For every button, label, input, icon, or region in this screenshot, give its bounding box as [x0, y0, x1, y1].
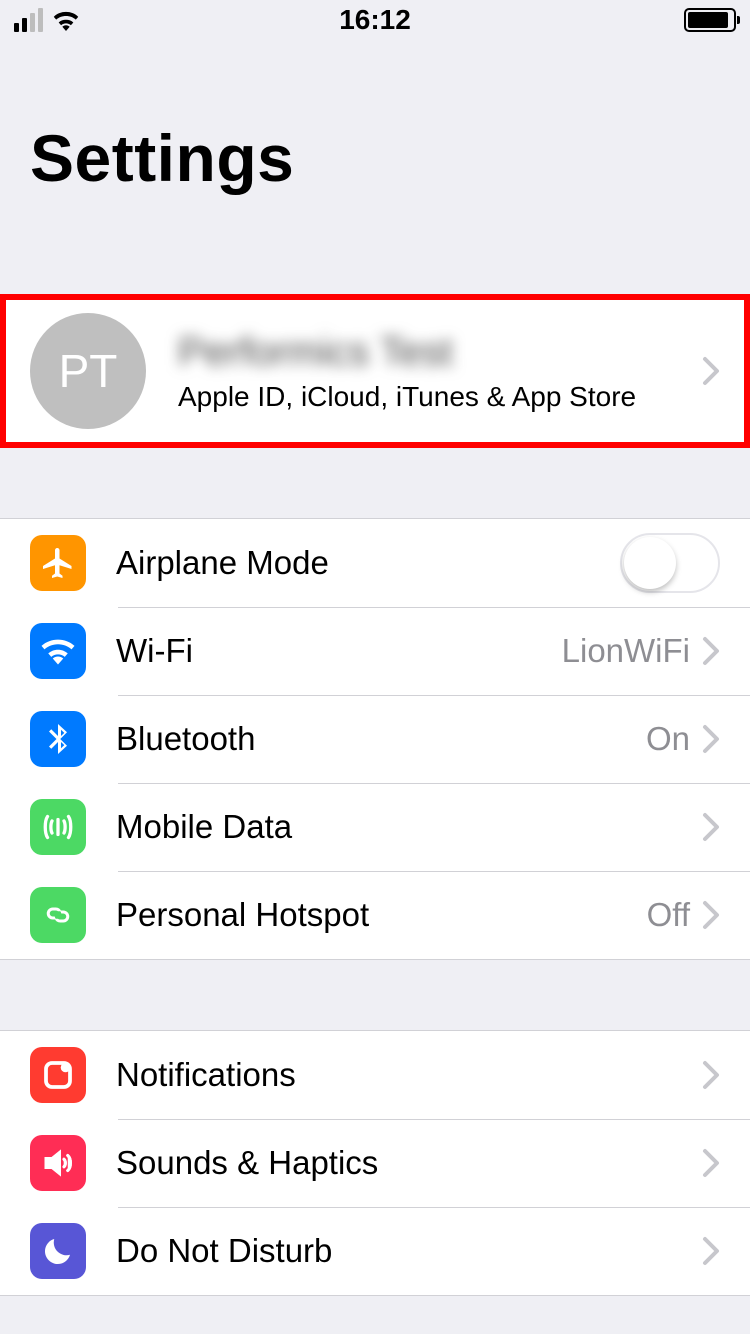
- account-name: Performics Test: [178, 330, 702, 375]
- apple-id-row[interactable]: PT Performics Test Apple ID, iCloud, iTu…: [0, 294, 750, 448]
- cellular-signal-icon: [14, 8, 43, 32]
- wifi-label: Wi-Fi: [116, 632, 562, 670]
- notifications-group: Notifications Sounds & Haptics Do Not Di…: [0, 1030, 750, 1296]
- chevron-right-icon: [702, 1060, 720, 1090]
- notifications-icon: [30, 1047, 86, 1103]
- page-title: Settings: [0, 40, 750, 224]
- bluetooth-label: Bluetooth: [116, 720, 646, 758]
- personal-hotspot-label: Personal Hotspot: [116, 896, 647, 934]
- hotspot-icon: [30, 887, 86, 943]
- battery-icon: [684, 8, 736, 32]
- account-subtitle: Apple ID, iCloud, iTunes & App Store: [178, 381, 702, 413]
- airplane-mode-row[interactable]: Airplane Mode: [0, 519, 750, 607]
- status-time: 16:12: [255, 4, 496, 36]
- mobile-data-icon: [30, 799, 86, 855]
- chevron-right-icon: [702, 900, 720, 930]
- avatar: PT: [30, 313, 146, 429]
- airplane-mode-label: Airplane Mode: [116, 544, 620, 582]
- wifi-icon: [51, 9, 81, 31]
- chevron-right-icon: [702, 636, 720, 666]
- notifications-row[interactable]: Notifications: [0, 1031, 750, 1119]
- bluetooth-value: On: [646, 720, 690, 758]
- status-bar: 16:12: [0, 0, 750, 40]
- chevron-right-icon: [702, 1148, 720, 1178]
- personal-hotspot-row[interactable]: Personal Hotspot Off: [0, 871, 750, 959]
- do-not-disturb-row[interactable]: Do Not Disturb: [0, 1207, 750, 1295]
- bluetooth-icon: [30, 711, 86, 767]
- sounds-row[interactable]: Sounds & Haptics: [0, 1119, 750, 1207]
- personal-hotspot-value: Off: [647, 896, 690, 934]
- moon-icon: [30, 1223, 86, 1279]
- chevron-right-icon: [702, 812, 720, 842]
- do-not-disturb-label: Do Not Disturb: [116, 1232, 702, 1270]
- sounds-icon: [30, 1135, 86, 1191]
- wifi-row[interactable]: Wi-Fi LionWiFi: [0, 607, 750, 695]
- chevron-right-icon: [702, 724, 720, 754]
- chevron-right-icon: [702, 1236, 720, 1266]
- connectivity-group: Airplane Mode Wi-Fi LionWiFi Bluetooth O…: [0, 518, 750, 960]
- airplane-icon: [30, 535, 86, 591]
- mobile-data-row[interactable]: Mobile Data: [0, 783, 750, 871]
- sounds-label: Sounds & Haptics: [116, 1144, 702, 1182]
- airplane-mode-toggle[interactable]: [620, 533, 720, 593]
- chevron-right-icon: [702, 356, 720, 386]
- wifi-settings-icon: [30, 623, 86, 679]
- mobile-data-label: Mobile Data: [116, 808, 702, 846]
- wifi-value: LionWiFi: [562, 632, 690, 670]
- bluetooth-row[interactable]: Bluetooth On: [0, 695, 750, 783]
- notifications-label: Notifications: [116, 1056, 702, 1094]
